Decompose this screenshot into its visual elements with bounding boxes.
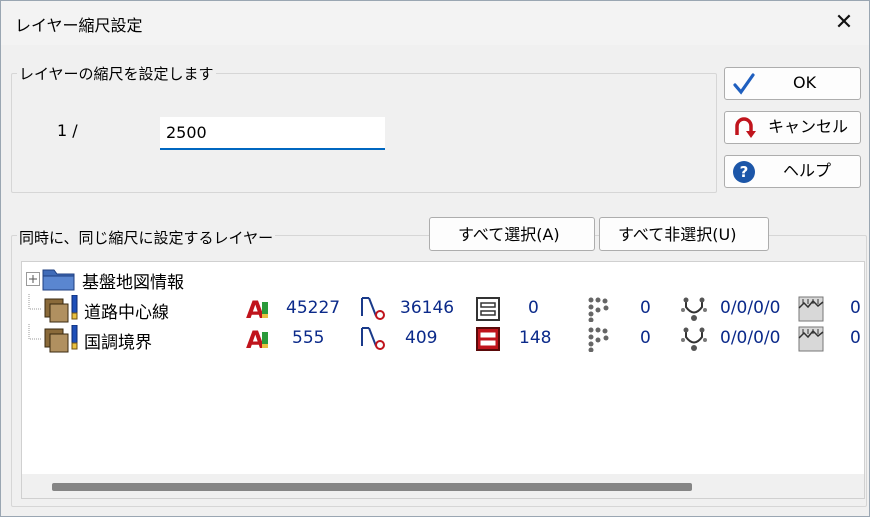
expand-icon[interactable] — [26, 272, 40, 286]
tree-root-label: 基盤地図情報 — [82, 273, 184, 293]
line-icon — [361, 297, 385, 320]
scale-group-label: レイヤーの縮尺を設定します — [17, 63, 216, 84]
select-all-button[interactable]: すべて選択(A) — [429, 217, 595, 251]
layer-tree[interactable]: 基盤地図情報 道路中心線 A 45227 36146 0 0 0/0/0/0 0… — [21, 261, 865, 499]
cancel-button[interactable]: キャンセル — [724, 111, 861, 144]
annotation-icon: A — [246, 326, 268, 352]
line-count: 409 — [405, 328, 438, 348]
line-count: 36146 — [400, 298, 455, 318]
scale-prefix: 1 / — [57, 121, 78, 140]
help-button[interactable]: ? ヘルプ — [724, 155, 861, 188]
layers-group-label: 同時に、同じ縮尺に設定するレイヤー — [17, 227, 276, 248]
dialog-window: レイヤー縮尺設定 ✕ レイヤーの縮尺を設定します 1 / 2500 OK キャン… — [0, 0, 870, 517]
annotation-count: 555 — [292, 328, 325, 348]
window-title: レイヤー縮尺設定 — [15, 16, 143, 35]
layer-name: 道路中心線 — [84, 303, 169, 323]
help-label: ヘルプ — [783, 161, 832, 180]
title-bar: レイヤー縮尺設定 ✕ — [1, 1, 869, 45]
surface-count: 0 — [850, 328, 861, 348]
check-icon — [733, 73, 755, 95]
scrollbar-thumb[interactable] — [52, 483, 692, 491]
annotation-count: 45227 — [286, 298, 341, 318]
help-icon: ? — [733, 161, 755, 183]
cancel-label: キャンセル — [768, 117, 849, 136]
tree-root-row[interactable]: 基盤地図情報 — [22, 264, 864, 294]
surface-icon — [798, 326, 824, 352]
node-count: 0/0/0/0 — [720, 298, 781, 318]
scale-input[interactable]: 2500 — [160, 117, 385, 150]
ok-label: OK — [793, 73, 817, 92]
point-count: 0 — [640, 328, 651, 348]
surface-count: 0 — [850, 298, 861, 318]
polygon-count: 0 — [528, 298, 539, 318]
polygon-icon — [476, 297, 500, 321]
layer-row[interactable]: 道路中心線 A 45227 36146 0 0 0/0/0/0 0 — [22, 294, 864, 324]
deselect-all-button[interactable]: すべて非選択(U) — [599, 217, 769, 251]
point-count: 0 — [640, 298, 651, 318]
layer-name: 国調境界 — [84, 333, 152, 353]
node-icon — [681, 297, 707, 321]
horizontal-scrollbar[interactable] — [22, 474, 864, 498]
ok-button[interactable]: OK — [724, 67, 861, 100]
line-icon — [361, 327, 385, 350]
svg-text:?: ? — [740, 163, 749, 181]
close-icon[interactable]: ✕ — [829, 9, 859, 37]
point-icon — [588, 327, 609, 352]
polygon-icon — [476, 327, 500, 351]
annotation-icon: A — [246, 296, 268, 322]
layer-row[interactable]: 国調境界 A 555 409 148 0 0/0/0/0 0 — [22, 324, 864, 354]
point-icon — [588, 297, 609, 322]
undo-arrow-icon — [735, 117, 756, 138]
select-all-label: すべて選択(A) — [458, 225, 560, 244]
layer-icon — [44, 295, 78, 323]
node-icon — [681, 327, 707, 351]
folder-icon — [42, 269, 75, 291]
layer-icon — [44, 325, 78, 353]
polygon-count: 148 — [519, 328, 552, 348]
node-count: 0/0/0/0 — [720, 328, 781, 348]
surface-icon — [798, 296, 824, 322]
deselect-all-label: すべて非選択(U) — [618, 225, 737, 244]
